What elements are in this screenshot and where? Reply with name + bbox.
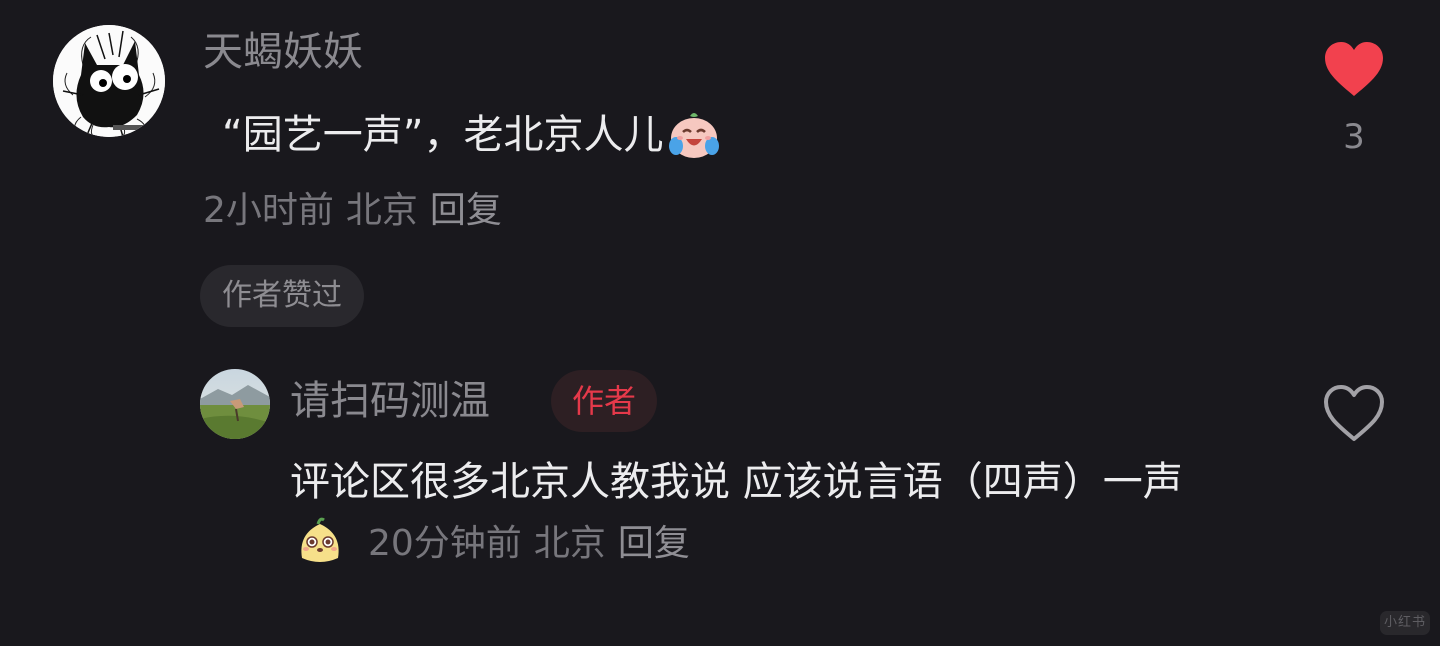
reply-comment-meta: 20分钟前 北京 回复 [368, 523, 702, 564]
laughing-crying-sticker-icon [667, 108, 721, 162]
puppy-face-sticker-icon [294, 514, 346, 566]
author-tag-badge: 作者 [551, 370, 658, 432]
reply-comment-body: 评论区很多北京人教我说 应该说言语（四声）一声 [290, 459, 1183, 505]
main-comment-like-count: 3 [1343, 117, 1365, 157]
heart-outline-icon[interactable] [1322, 384, 1386, 444]
reply-comment-reply-button[interactable]: 回复 [618, 523, 690, 564]
reply-comment-time: 20分钟前 [368, 523, 522, 564]
landscape-photo-avatar[interactable] [200, 369, 270, 439]
main-comment-text: “园艺一声”，老北京人儿 [222, 108, 721, 162]
main-comment-reply-button[interactable]: 回复 [430, 190, 502, 231]
heart-filled-icon[interactable] [1322, 40, 1386, 100]
main-comment-meta: 2小时前 北京 回复 [203, 186, 514, 236]
reply-comment-username[interactable]: 请扫码测温 [290, 374, 490, 428]
main-comment-body: “园艺一声”，老北京人儿 [222, 112, 664, 158]
reply-comment-text: 评论区很多北京人教我说 应该说言语（四声）一声 20分钟前 北京 回复 [290, 452, 1200, 574]
reply-comment-location: 北京 [533, 523, 606, 564]
xiaohongshu-watermark: 小红书 [1380, 611, 1430, 635]
author-liked-badge: 作者赞过 [200, 265, 364, 327]
comment-section: 天蝎妖妖 “园艺一声”，老北京人儿 2小时前 北京 回复 作者赞过 3 请扫码测… [0, 0, 1440, 646]
main-comment-time: 2小时前 [203, 190, 334, 231]
main-comment-location: 北京 [345, 190, 418, 231]
main-comment-username[interactable]: 天蝎妖妖 [203, 26, 363, 78]
black-cat-avatar[interactable] [53, 25, 165, 137]
